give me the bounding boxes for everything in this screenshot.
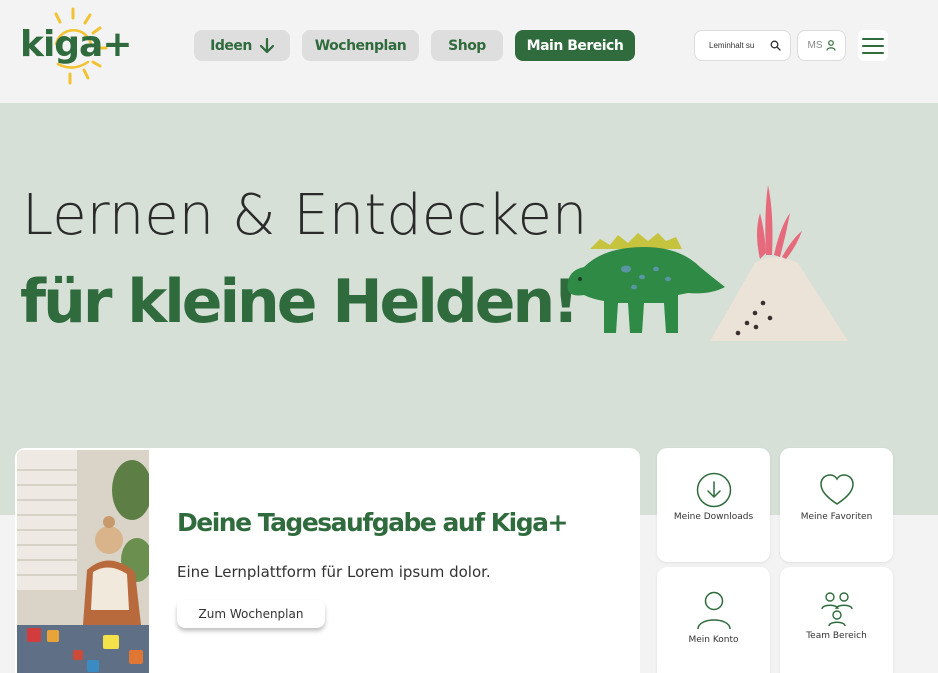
search-input[interactable] (709, 41, 767, 50)
nav-ideen-label: Ideen (210, 37, 252, 54)
user-icon (825, 40, 836, 51)
daily-task-card: Deine Tagesaufgabe auf Kiga+ Eine Lernpl… (15, 448, 640, 673)
user-icon (696, 591, 731, 630)
tile-label: Meine Favoriten (800, 512, 873, 522)
daily-task-description: Eine Lernplattform für Lorem ipsum dolor… (177, 563, 491, 581)
search-box (694, 30, 791, 61)
heart-icon (819, 474, 854, 505)
arrow-down-icon (259, 37, 274, 53)
hero-headline: Lernen & Entdecken (22, 183, 588, 248)
site-header: kiga+ Ideen Wochenplan Shop Main Bereich… (0, 0, 938, 103)
daily-task-title: Deine Tagesaufgabe auf Kiga+ (177, 508, 568, 537)
download-circle-icon (696, 472, 731, 508)
tile-label: Meine Downloads (673, 512, 754, 522)
dinosaur-volcano-illustration (567, 185, 848, 341)
user-account-button[interactable]: MS (797, 30, 846, 61)
tile-team-bereich[interactable]: Team Bereich (780, 567, 893, 673)
zum-wochenplan-button[interactable]: Zum Wochenplan (177, 600, 325, 628)
child-painting-photo (17, 450, 149, 673)
tile-label: Team Bereich (806, 631, 867, 641)
main-nav: Ideen Wochenplan Shop Main Bereich (194, 30, 635, 61)
hamburger-menu-icon[interactable] (858, 30, 888, 61)
tile-mein-konto[interactable]: Mein Konto (657, 567, 770, 673)
nav-shop-button[interactable]: Shop (431, 30, 503, 61)
team-icon (820, 592, 853, 627)
tile-label: Mein Konto (688, 635, 739, 645)
nav-wochenplan-button[interactable]: Wochenplan (302, 30, 419, 61)
nav-ideen-button[interactable]: Ideen (194, 30, 290, 61)
logo[interactable]: kiga+ (20, 24, 133, 65)
tile-meine-favoriten[interactable]: Meine Favoriten (780, 448, 893, 562)
search-icon[interactable] (770, 40, 781, 51)
nav-main-bereich-button[interactable]: Main Bereich (515, 30, 635, 61)
tile-meine-downloads[interactable]: Meine Downloads (657, 448, 770, 562)
user-initials: MS (807, 40, 823, 51)
hero-subheadline: für kleine Helden! (20, 267, 580, 337)
